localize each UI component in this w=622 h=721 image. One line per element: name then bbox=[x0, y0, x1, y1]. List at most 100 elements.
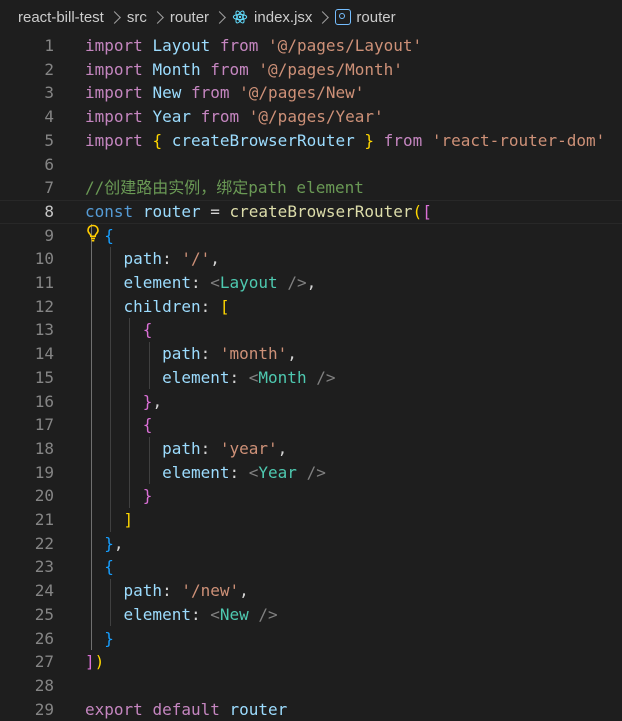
code-text: element: <Year /> bbox=[85, 461, 326, 485]
code-line[interactable]: 1 import Layout from '@/pages/Layout' bbox=[0, 34, 622, 58]
code-token: , bbox=[152, 391, 163, 411]
code-token: } bbox=[142, 486, 153, 506]
code-line[interactable]: 16 }, bbox=[0, 390, 622, 414]
code-token: from bbox=[200, 107, 240, 127]
code-token: '@/pages/New' bbox=[239, 83, 365, 103]
indent-guide bbox=[110, 579, 112, 627]
code-token: ) bbox=[94, 652, 105, 672]
code-token: createBrowserRouter bbox=[171, 130, 355, 150]
code-token: , bbox=[306, 273, 317, 292]
code-token: /> bbox=[306, 462, 326, 482]
code-token: : bbox=[162, 249, 182, 269]
code-text: import New from '@/pages/New' bbox=[85, 81, 364, 105]
code-token: '@/pages/Layout' bbox=[268, 36, 423, 55]
line-number: 24 bbox=[34, 581, 54, 601]
code-line[interactable]: 28 bbox=[0, 674, 622, 698]
code-token: < bbox=[210, 273, 220, 292]
code-token: } bbox=[364, 130, 375, 150]
line-number: 8 bbox=[44, 201, 54, 221]
code-line[interactable]: 23 { bbox=[0, 555, 622, 579]
code-token: import bbox=[85, 130, 143, 150]
line-number: 26 bbox=[34, 628, 54, 648]
code-line[interactable]: 10 path: '/', bbox=[0, 247, 622, 271]
code-token: router bbox=[229, 699, 288, 719]
code-line[interactable]: 24 path: '/new', bbox=[0, 579, 622, 603]
line-number: 23 bbox=[34, 557, 54, 577]
code-token: Layout bbox=[152, 36, 211, 55]
breadcrumb-item-project[interactable]: react-bill-test bbox=[18, 9, 104, 26]
code-token: New bbox=[152, 83, 182, 103]
code-token: const bbox=[85, 201, 134, 221]
code-token: element bbox=[162, 462, 230, 482]
indent-guide bbox=[148, 342, 150, 390]
code-line[interactable]: 7 //创建路由实例，绑定path element bbox=[0, 176, 622, 200]
line-number: 27 bbox=[34, 652, 54, 672]
line-number: 29 bbox=[34, 699, 54, 719]
code-line[interactable]: 20 } bbox=[0, 484, 622, 508]
code-token: Month bbox=[152, 59, 201, 79]
react-icon bbox=[232, 10, 248, 24]
code-line[interactable]: 26 } bbox=[0, 627, 622, 651]
code-token: New bbox=[219, 604, 249, 624]
line-number: 20 bbox=[34, 486, 54, 506]
line-number: 9 bbox=[44, 225, 54, 245]
code-text: { bbox=[85, 555, 114, 579]
code-line[interactable]: 6 bbox=[0, 153, 622, 177]
lightbulb-icon[interactable] bbox=[86, 224, 100, 242]
code-token: { bbox=[104, 557, 114, 577]
code-line[interactable]: 15 element: <Month /> bbox=[0, 366, 622, 390]
code-token: Year bbox=[152, 107, 191, 127]
code-token: from bbox=[383, 130, 423, 150]
code-line[interactable]: 25 element: <New /> bbox=[0, 603, 622, 627]
code-line[interactable]: 13 { bbox=[0, 318, 622, 342]
code-line[interactable]: 18 path: 'year', bbox=[0, 437, 622, 461]
breadcrumb-item-symbol[interactable]: router bbox=[356, 9, 395, 26]
code-line[interactable]: 27]) bbox=[0, 650, 622, 674]
line-number: 3 bbox=[44, 83, 54, 103]
code-line[interactable]: 22 }, bbox=[0, 532, 622, 556]
code-token: ( bbox=[412, 201, 423, 221]
code-line[interactable]: 11 element: <Layout />, bbox=[0, 271, 622, 295]
code-token: [ bbox=[422, 201, 432, 221]
code-text: element: <Month /> bbox=[85, 366, 335, 390]
line-number: 21 bbox=[34, 510, 54, 529]
code-line[interactable]: 5 import { createBrowserRouter } from 're… bbox=[0, 129, 622, 153]
breadcrumb-item-src[interactable]: src bbox=[127, 9, 147, 26]
code-line[interactable]: 12 children: [ bbox=[0, 295, 622, 319]
breadcrumb-item-router-folder[interactable]: router bbox=[170, 9, 209, 26]
code-token: import bbox=[85, 36, 143, 55]
code-token: Month bbox=[258, 367, 307, 387]
code-line[interactable]: 3 import New from '@/pages/New' bbox=[0, 81, 622, 105]
code-line[interactable]: 21 ] bbox=[0, 508, 622, 532]
chevron-right-icon bbox=[150, 10, 164, 24]
code-line[interactable]: 14 path: 'month', bbox=[0, 342, 622, 366]
code-line[interactable]: 8 const router = createBrowserRouter([ bbox=[0, 199, 622, 224]
code-text: children: [ bbox=[85, 295, 230, 319]
code-text: import Month from '@/pages/Month' bbox=[85, 58, 403, 82]
code-line[interactable]: 2 import Month from '@/pages/Month' bbox=[0, 58, 622, 82]
code-text: import Layout from '@/pages/Layout' bbox=[85, 34, 422, 58]
indent-guide bbox=[148, 436, 150, 485]
code-line[interactable]: 19 element: <Year /> bbox=[0, 461, 622, 485]
symbol-variable-icon bbox=[335, 9, 352, 25]
code-token: : bbox=[190, 604, 211, 624]
code-token: path bbox=[162, 438, 201, 458]
code-token: ] bbox=[123, 510, 134, 529]
code-token: '/new' bbox=[181, 581, 240, 601]
code-token: Layout bbox=[219, 273, 278, 292]
breadcrumb-item-file[interactable]: index.jsx bbox=[254, 9, 312, 26]
code-line[interactable]: 29 export default router bbox=[0, 698, 622, 721]
code-line[interactable]: 17 { bbox=[0, 413, 622, 437]
code-token: export bbox=[85, 699, 143, 719]
code-line[interactable]: 4 import Year from '@/pages/Year' bbox=[0, 105, 622, 129]
code-editor[interactable]: 1 import Layout from '@/pages/Layout' 2 imp… bbox=[0, 34, 622, 720]
